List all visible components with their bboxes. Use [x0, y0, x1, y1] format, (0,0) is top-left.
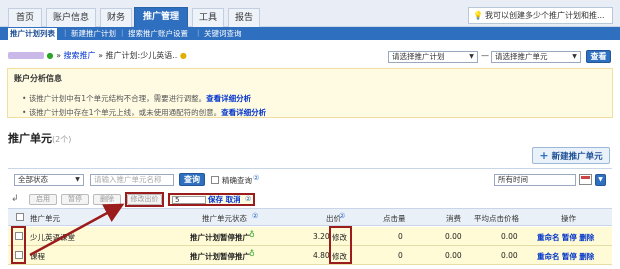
annotation-arrow-icon: [29, 203, 125, 257]
